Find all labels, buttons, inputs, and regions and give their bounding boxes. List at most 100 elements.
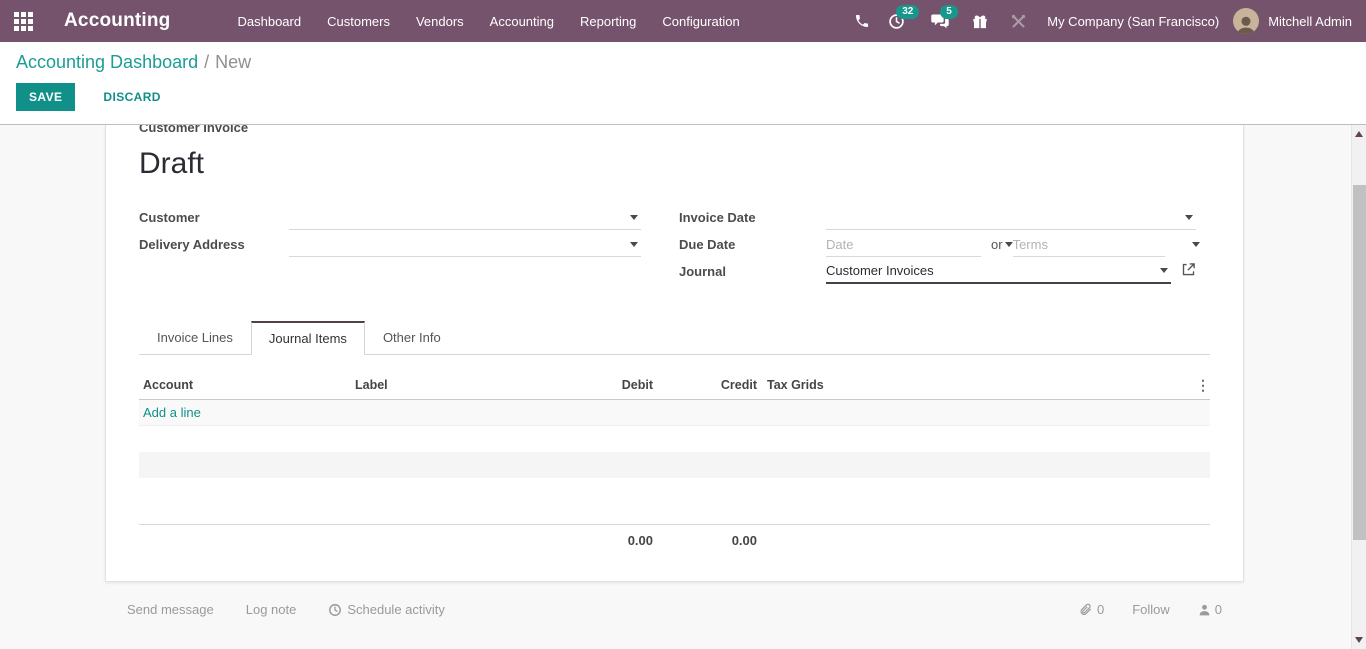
scroll-up-arrow-icon[interactable]: [1355, 131, 1363, 137]
journal-field-row: Journal Customer Invoices: [679, 258, 1196, 285]
customer-field[interactable]: [289, 206, 641, 230]
chevron-down-icon[interactable]: [630, 242, 638, 247]
paperclip-icon: [1079, 602, 1093, 617]
delivery-address-input[interactable]: [289, 233, 627, 255]
journal-field[interactable]: Customer Invoices: [826, 260, 1171, 284]
messages-button[interactable]: 5: [923, 0, 957, 42]
due-date-field-row: Due Date or: [679, 231, 1196, 258]
activities-button[interactable]: 32: [879, 0, 913, 42]
breadcrumb-current: New: [215, 52, 251, 72]
messages-count-badge: 5: [940, 5, 958, 19]
phone-icon: [854, 13, 870, 29]
log-note-button[interactable]: Log note: [246, 602, 297, 617]
menu-dashboard[interactable]: Dashboard: [225, 0, 315, 42]
send-message-label: Send message: [127, 602, 214, 617]
chatter: Send message Log note Schedule activity …: [105, 582, 1244, 617]
due-date-input[interactable]: [826, 233, 1002, 255]
journal-items-table: Account Label Debit Credit Tax Grids ⋮ A…: [139, 370, 1210, 548]
menu-customers[interactable]: Customers: [314, 0, 403, 42]
breadcrumb-separator: /: [204, 52, 209, 72]
tools-icon: [1010, 13, 1027, 30]
invoice-date-field[interactable]: [826, 206, 1196, 230]
scroll-down-arrow-icon[interactable]: [1355, 637, 1363, 643]
main-menu: Dashboard Customers Vendors Accounting R…: [225, 0, 753, 42]
chevron-down-icon[interactable]: [1160, 268, 1168, 273]
schedule-clock-icon: [328, 603, 342, 617]
discard-button[interactable]: DISCARD: [93, 83, 170, 111]
payment-terms-input[interactable]: [1013, 233, 1189, 255]
attachments-count: 0: [1097, 602, 1104, 617]
breadcrumb-parent-link[interactable]: Accounting Dashboard: [16, 52, 198, 72]
attachments-button[interactable]: 0: [1079, 602, 1104, 617]
top-navbar: Accounting Dashboard Customers Vendors A…: [0, 0, 1366, 42]
payment-terms-field[interactable]: [1013, 233, 1165, 257]
column-header-credit: Credit: [657, 378, 761, 392]
external-link-icon: [1181, 262, 1196, 277]
form-view-scroll-area: Customer Invoice Draft Customer Delivery…: [0, 125, 1366, 649]
delivery-address-field-row: Delivery Address: [139, 231, 641, 258]
invoice-date-field-row: Invoice Date: [679, 204, 1196, 231]
send-message-button[interactable]: Send message: [127, 602, 214, 617]
customer-input[interactable]: [289, 206, 627, 228]
customer-field-row: Customer: [139, 204, 641, 231]
column-header-label: Label: [351, 378, 581, 392]
user-avatar[interactable]: [1233, 8, 1259, 34]
chevron-down-icon[interactable]: [1185, 215, 1193, 220]
log-note-label: Log note: [246, 602, 297, 617]
vertical-scrollbar[interactable]: [1351, 125, 1366, 649]
follow-button[interactable]: Follow: [1132, 602, 1170, 617]
invoice-form-sheet: Customer Invoice Draft Customer Delivery…: [105, 125, 1244, 582]
document-type-label: Customer Invoice: [139, 125, 1210, 135]
debug-tools-button[interactable]: [1001, 0, 1035, 42]
invoice-date-input[interactable]: [826, 206, 1182, 228]
column-header-tax-grids: Tax Grids: [761, 378, 1186, 392]
add-a-line-link[interactable]: Add a line: [139, 405, 1210, 420]
apps-menu-button[interactable]: [0, 0, 46, 42]
or-label: or: [991, 237, 1003, 252]
scrollbar-thumb[interactable]: [1353, 185, 1366, 540]
due-date-label: Due Date: [679, 237, 826, 252]
totals-row: 0.00 0.00: [139, 525, 1210, 548]
journal-label: Journal: [679, 264, 826, 279]
user-menu[interactable]: Mitchell Admin: [1268, 14, 1352, 29]
menu-configuration[interactable]: Configuration: [649, 0, 752, 42]
voip-phone-button[interactable]: [845, 0, 879, 42]
credit-total: 0.00: [657, 533, 761, 548]
optional-columns-icon[interactable]: ⋮: [1186, 380, 1210, 390]
save-button[interactable]: SAVE: [16, 83, 75, 111]
tab-invoice-lines[interactable]: Invoice Lines: [139, 321, 251, 355]
activities-count-badge: 32: [896, 5, 919, 19]
company-switcher[interactable]: My Company (San Francisco): [1047, 14, 1219, 29]
table-row: [139, 478, 1210, 504]
gift-icon: [972, 13, 988, 30]
chevron-down-icon[interactable]: [630, 215, 638, 220]
journal-value: Customer Invoices: [826, 263, 1157, 278]
control-panel: Accounting Dashboard / New SAVE DISCARD: [0, 42, 1366, 125]
menu-vendors[interactable]: Vendors: [403, 0, 477, 42]
table-row: [139, 452, 1210, 478]
rewards-button[interactable]: [963, 0, 997, 42]
menu-accounting[interactable]: Accounting: [477, 0, 567, 42]
tab-other-info[interactable]: Other Info: [365, 321, 459, 355]
notebook-tabs: Invoice Lines Journal Items Other Info: [139, 321, 1210, 355]
apps-grid-icon: [14, 12, 33, 31]
column-header-account: Account: [139, 378, 351, 392]
invoice-date-label: Invoice Date: [679, 210, 826, 225]
tab-journal-items[interactable]: Journal Items: [251, 321, 365, 355]
add-line-row: Add a line: [139, 400, 1210, 426]
avatar-person-icon: [1235, 14, 1257, 34]
menu-reporting[interactable]: Reporting: [567, 0, 649, 42]
due-date-field[interactable]: [826, 233, 981, 257]
followers-button[interactable]: 0: [1198, 602, 1222, 617]
table-row: [139, 426, 1210, 452]
schedule-activity-button[interactable]: Schedule activity: [328, 602, 445, 617]
draft-status-title: Draft: [139, 147, 1210, 181]
delivery-address-field[interactable]: [289, 233, 641, 257]
follower-person-icon: [1198, 603, 1211, 617]
followers-count: 0: [1215, 602, 1222, 617]
chevron-down-icon[interactable]: [1192, 242, 1200, 247]
journal-external-link-button[interactable]: [1181, 262, 1196, 282]
delivery-address-label: Delivery Address: [139, 237, 289, 252]
table-header-row: Account Label Debit Credit Tax Grids ⋮: [139, 370, 1210, 400]
debit-total: 0.00: [581, 533, 657, 548]
